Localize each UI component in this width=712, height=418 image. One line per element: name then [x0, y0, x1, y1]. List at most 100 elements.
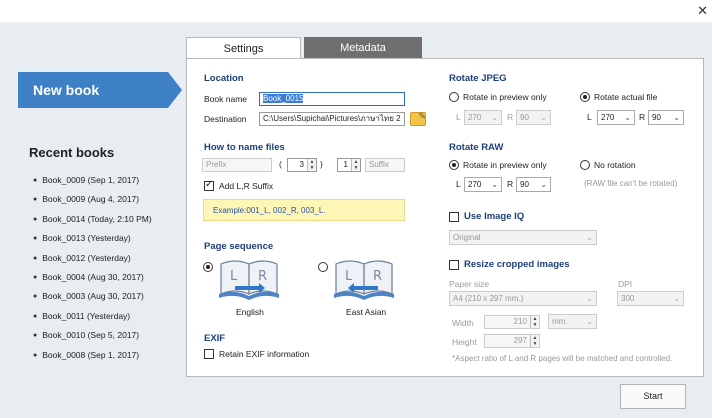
recent-book-item[interactable]: Book_0014 (Today, 2:10 PM)	[33, 214, 151, 233]
book-name-label: Book name	[204, 94, 247, 104]
jpeg-actual-r-value: 90	[652, 113, 661, 122]
rotate-jpeg-title: Rotate JPEG	[449, 73, 507, 84]
image-iq-value: Original	[453, 233, 481, 242]
book-letter-l: L	[230, 269, 238, 284]
dpi-value: 300	[621, 294, 635, 303]
start-number-stepper[interactable]: 1 ▲ ▼	[337, 158, 361, 172]
width-value: 210	[513, 317, 527, 326]
page-sequence-title: Page sequence	[204, 241, 274, 252]
add-lr-suffix-checkbox[interactable]	[204, 179, 214, 191]
raw-preview-only-label: Rotate in preview only	[463, 160, 547, 170]
book-name-input[interactable]: Book_0015	[259, 92, 405, 106]
digits-value: 3	[299, 160, 304, 169]
chevron-down-icon: ⌄	[624, 113, 631, 122]
english-radio[interactable]	[203, 262, 213, 272]
jpeg-preview-l-value: 270	[468, 113, 482, 122]
width-label: Width	[452, 318, 474, 328]
unit-select[interactable]: mm. ⌄	[548, 314, 597, 329]
browse-folder-icon[interactable]	[410, 111, 426, 126]
jpeg-preview-r-label: R	[507, 112, 514, 122]
chevron-down-icon: ⌄	[491, 113, 498, 122]
chevron-down-icon: ⌄	[673, 294, 680, 303]
recent-book-item[interactable]: Book_0009 (Aug 4, 2017)	[33, 194, 152, 213]
height-stepper[interactable]: 297 ▲ ▼	[484, 334, 540, 348]
dpi-label: DPI	[618, 279, 633, 289]
start-button[interactable]: Start	[620, 384, 686, 409]
jpeg-preview-only-label: Rotate in preview only	[463, 92, 547, 102]
jpeg-preview-only-radio[interactable]	[449, 92, 459, 102]
aspect-ratio-note: *Aspect ratio of L and R pages will be m…	[452, 354, 673, 363]
paren-open: (	[279, 159, 282, 169]
image-iq-select[interactable]: Original ⌄	[449, 230, 597, 245]
book-letter-r: R	[258, 269, 267, 284]
close-icon[interactable]: ✕	[697, 3, 708, 19]
jpeg-actual-l-value: 270	[601, 113, 615, 122]
location-title: Location	[204, 73, 244, 84]
use-image-iq-checkbox[interactable]	[449, 212, 459, 222]
spin-arrows-icon[interactable]: ▲ ▼	[530, 335, 539, 347]
raw-no-rotation-radio[interactable]	[580, 160, 590, 170]
recent-book-item[interactable]: Book_0011 (Yesterday)	[33, 311, 152, 330]
width-stepper[interactable]: 210 ▲ ▼	[484, 315, 540, 329]
recent-books-title: Recent books	[29, 145, 115, 160]
jpeg-actual-file-radio[interactable]	[580, 92, 590, 102]
book-letter-l: L	[345, 269, 353, 284]
recent-book-item[interactable]: Book_0013 (Yesterday)	[33, 233, 152, 252]
chevron-down-icon: ⌄	[586, 317, 593, 326]
jpeg-preview-r-select[interactable]: 90 ⌄	[516, 110, 551, 125]
paper-size-select[interactable]: A4 (210 x 297 mm.) ⌄	[449, 291, 597, 306]
start-number-value: 1	[343, 160, 348, 169]
east-asian-label: East Asian	[346, 307, 387, 317]
resize-cropped-checkbox[interactable]	[449, 260, 459, 270]
digits-stepper[interactable]: 3 ▲ ▼	[287, 158, 317, 172]
jpeg-actual-file-label: Rotate actual file	[594, 92, 658, 102]
tab-metadata[interactable]: Metadata	[304, 37, 422, 59]
chevron-down-icon: ⌄	[673, 113, 680, 122]
east-asian-radio[interactable]	[318, 262, 328, 272]
dpi-select[interactable]: 300 ⌄	[617, 291, 684, 306]
retain-exif-label: Retain EXIF information	[219, 349, 310, 359]
new-book-button[interactable]: New book	[18, 72, 182, 108]
recent-book-item[interactable]: Book_0004 (Aug 30, 2017)	[33, 272, 152, 291]
rotate-raw-title: Rotate RAW	[449, 142, 504, 153]
english-book-icon[interactable]: L R	[217, 256, 281, 300]
prefix-input[interactable]: Prefix	[202, 158, 272, 172]
raw-no-rotation-label: No rotation	[594, 160, 636, 170]
raw-r-select[interactable]: 90 ⌄	[516, 177, 551, 192]
retain-exif-checkbox[interactable]	[204, 349, 214, 359]
unit-value: mm.	[552, 317, 568, 326]
raw-l-select[interactable]: 270 ⌄	[464, 177, 502, 192]
suffix-input[interactable]: Suffix	[365, 158, 405, 172]
title-bar: ✕	[0, 0, 712, 22]
raw-r-label: R	[507, 179, 514, 189]
jpeg-actual-l-select[interactable]: 270 ⌄	[597, 110, 635, 125]
jpeg-preview-r-value: 90	[520, 113, 529, 122]
destination-label: Destination	[204, 114, 247, 124]
recent-book-item[interactable]: Book_0003 (Aug 30, 2017)	[33, 291, 152, 310]
jpeg-preview-l-label: L	[456, 112, 461, 122]
spin-arrows-icon[interactable]: ▲ ▼	[530, 316, 539, 328]
use-image-iq-label: Use Image IQ	[464, 211, 525, 222]
east-asian-book-icon[interactable]: L R	[332, 256, 396, 300]
height-label: Height	[452, 337, 477, 347]
chevron-down-icon: ⌄	[586, 233, 593, 242]
jpeg-actual-l-label: L	[587, 112, 592, 122]
book-name-value: Book_0015	[263, 94, 304, 103]
resize-cropped-label: Resize cropped images	[464, 259, 570, 270]
jpeg-preview-l-select[interactable]: 270 ⌄	[464, 110, 502, 125]
spin-arrows-icon[interactable]: ▲ ▼	[351, 159, 360, 171]
tab-settings[interactable]: Settings	[186, 37, 301, 59]
chevron-down-icon: ⌄	[540, 113, 547, 122]
spin-arrows-icon[interactable]: ▲ ▼	[307, 159, 316, 171]
paren-close: )	[320, 159, 323, 169]
recent-book-item[interactable]: Book_0010 (Sep 5, 2017)	[33, 330, 152, 349]
recent-book-item[interactable]: Book_0009 (Sep 1, 2017)	[33, 175, 152, 194]
destination-input[interactable]: C:\Users\Supichai\Pictures\ภาษาไทย 2	[259, 112, 405, 126]
jpeg-actual-r-select[interactable]: 90 ⌄	[648, 110, 684, 125]
recent-book-item[interactable]: Book_0008 (Sep 1, 2017)	[33, 350, 152, 369]
raw-r-value: 90	[520, 180, 529, 189]
english-label: English	[236, 307, 264, 317]
raw-preview-only-radio[interactable]	[449, 160, 459, 170]
recent-book-item[interactable]: Book_0012 (Yesterday)	[33, 253, 152, 272]
add-lr-suffix-label: Add L,R Suffix	[219, 181, 274, 191]
